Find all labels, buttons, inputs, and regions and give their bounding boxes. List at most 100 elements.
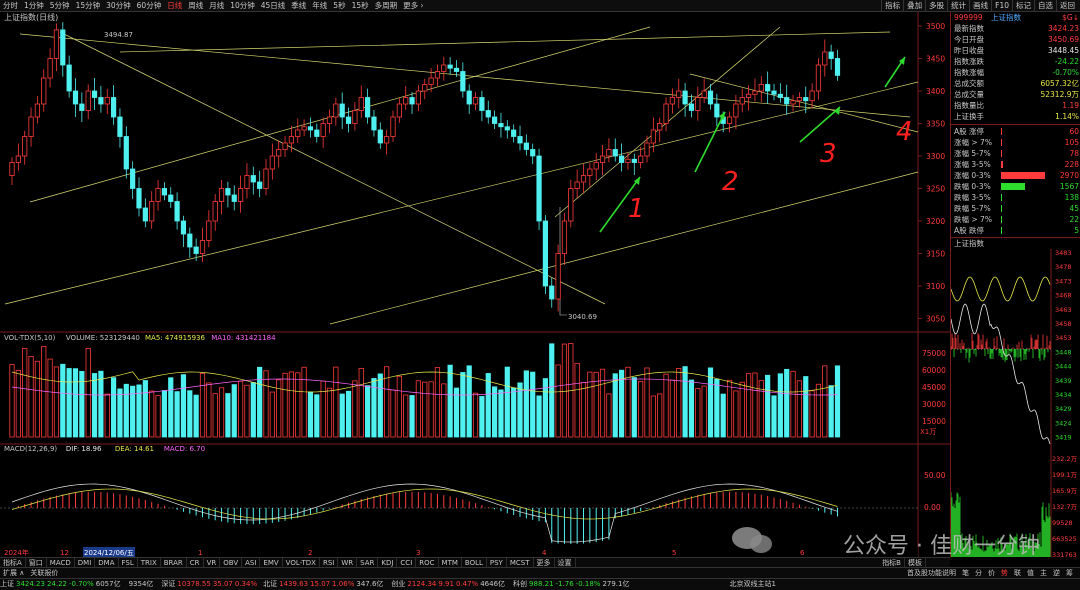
ext-help[interactable]: 首及股功能说明: [904, 568, 959, 578]
candle-body: [263, 168, 269, 189]
breadth-row: 跌幅 5-7% 45: [951, 203, 1080, 214]
candle-body: [777, 93, 783, 98]
mini-vol-label: 199.1万: [1052, 471, 1078, 479]
breadth-label: 涨幅 5-7%: [954, 149, 991, 158]
breadth-value: 5: [1074, 226, 1079, 235]
breadth-row: 跌幅 3-5% 138: [951, 192, 1080, 203]
period-tab[interactable]: 季线: [288, 0, 309, 11]
candle-body: [650, 129, 656, 144]
tool-button[interactable]: 统计: [947, 0, 969, 11]
period-tab[interactable]: 周线: [185, 0, 206, 11]
volume-bar: [352, 380, 358, 438]
server-name: 北京双线主站1: [729, 580, 776, 588]
tool-button[interactable]: F10: [991, 0, 1012, 11]
period-tab[interactable]: 年线: [309, 0, 330, 11]
ext-right-tab[interactable]: 筹: [1063, 568, 1076, 578]
x-axis-label: 3: [416, 549, 420, 557]
ext-right-tab[interactable]: 势: [998, 568, 1011, 578]
quote-row: 总成交额 6057.32亿: [951, 78, 1080, 89]
period-tab[interactable]: 60分钟: [134, 0, 165, 11]
index-name: 上证: [0, 580, 14, 588]
period-tab[interactable]: 10分钟: [227, 0, 258, 11]
candle-body: [834, 58, 841, 76]
candle-body: [34, 103, 41, 118]
candle-body: [168, 194, 174, 202]
ext-right-tab[interactable]: 主: [1037, 568, 1050, 578]
breadth-label: 涨幅 > 7%: [954, 138, 992, 147]
volume-bar: [815, 383, 822, 438]
volume-bar: [34, 360, 41, 438]
price-axis-label: 3350: [926, 120, 945, 129]
index-amount: 279.1亿: [602, 580, 630, 588]
volume-bar: [225, 393, 231, 438]
candle-body: [60, 29, 66, 66]
candle-body: [491, 116, 498, 124]
tool-button[interactable]: 自选: [1034, 0, 1056, 11]
candle-body: [257, 181, 263, 189]
period-tab[interactable]: 15分钟: [73, 0, 104, 11]
ext-right-tab[interactable]: 价: [985, 568, 998, 578]
index-pct: 1.06%: [332, 580, 355, 588]
candle-body: [123, 136, 129, 170]
period-tab[interactable]: 1分钟: [21, 0, 47, 11]
index-status[interactable]: 创业 2124.34 9.91 0.47% 4646亿: [391, 579, 509, 590]
index-status[interactable]: 9354亿: [129, 579, 158, 590]
candle-body: [307, 126, 314, 131]
candle-body: [130, 168, 136, 189]
ext-tab[interactable]: 关联报价: [27, 568, 61, 578]
tool-button[interactable]: 标记: [1012, 0, 1034, 11]
period-tab[interactable]: 月线: [206, 0, 227, 11]
mini-price-label: 3419: [1055, 434, 1072, 442]
ext-right-tab[interactable]: 联: [1011, 568, 1024, 578]
index-name: 科创: [513, 580, 528, 588]
index-status[interactable]: 上证 3424.23 24.22 -0.70% 6057亿: [0, 579, 125, 590]
ext-right-tab[interactable]: 值: [1024, 568, 1037, 578]
volume-bar: [523, 370, 529, 438]
period-tab[interactable]: 日线: [164, 0, 185, 11]
quote-row: 指数量比 1.19: [951, 100, 1080, 111]
macd-header-name: MACD(12,26,9): [4, 445, 57, 453]
index-status[interactable]: 北证 1439.63 15.07 1.06% 347.6亿: [263, 579, 387, 590]
ext-right-tab[interactable]: 逆: [1050, 568, 1063, 578]
ext-tab[interactable]: 扩展 ∧: [0, 568, 27, 578]
period-tab[interactable]: 30分钟: [103, 0, 134, 11]
breadth-label: A股 跌停: [954, 226, 985, 235]
tool-button[interactable]: 返回: [1056, 0, 1078, 11]
volume-bar: [9, 364, 15, 438]
candle-body: [688, 103, 695, 111]
ext-right-tab[interactable]: 笔: [959, 568, 972, 578]
volume-bar: [619, 369, 625, 438]
mini-vol-label: 165.9万: [1052, 487, 1078, 495]
period-tab[interactable]: 分时: [0, 0, 21, 11]
period-tab[interactable]: 5分钟: [47, 0, 73, 11]
period-tab[interactable]: 5秒: [330, 0, 348, 11]
volume-bar: [720, 393, 726, 438]
tool-button[interactable]: 叠加: [903, 0, 925, 11]
period-tab[interactable]: 45日线: [258, 0, 289, 11]
volume-bar: [47, 358, 53, 438]
extension-bar: 扩展 ∧ 关联报价 首及股功能说明笔分价势联值主逆筹: [0, 567, 1080, 578]
volume-bar: [422, 381, 428, 438]
index-status[interactable]: 科创 988.21 -1.76 -0.18% 279.1亿: [513, 579, 633, 590]
tool-button[interactable]: 多股: [925, 0, 947, 11]
index-name: 北证: [263, 580, 278, 588]
breadth-label: 跌幅 3-5%: [954, 193, 991, 202]
candle-body: [428, 77, 434, 85]
index-status[interactable]: 深证 10378.55 35.07 0.34%: [161, 579, 259, 590]
intraday-mini-chart[interactable]: 3483 3478 3473 3468 3463 3458 3453 3448 3444 3439…: [951, 249, 1080, 557]
period-tab[interactable]: 更多 ›: [400, 0, 426, 11]
volume-bar: [180, 374, 187, 438]
tool-button[interactable]: 画线: [969, 0, 991, 11]
price-axis-label: 3500: [926, 22, 945, 31]
volume-bar: [142, 380, 148, 438]
ext-right-tab[interactable]: 分: [972, 568, 985, 578]
period-tab[interactable]: 多周期: [372, 0, 401, 11]
tool-button[interactable]: 指标: [881, 0, 903, 11]
candle-body: [447, 64, 453, 69]
candlestick-chart[interactable]: 3500 3450 3400 3350 3300 3250 3200 3150 3100 3050…: [0, 12, 950, 557]
volume-bar: [752, 372, 758, 438]
volume-bar: [549, 343, 555, 438]
candle-body: [276, 149, 282, 157]
period-tab[interactable]: 15秒: [349, 0, 372, 11]
quote-row-value: -24.22: [1054, 57, 1079, 66]
